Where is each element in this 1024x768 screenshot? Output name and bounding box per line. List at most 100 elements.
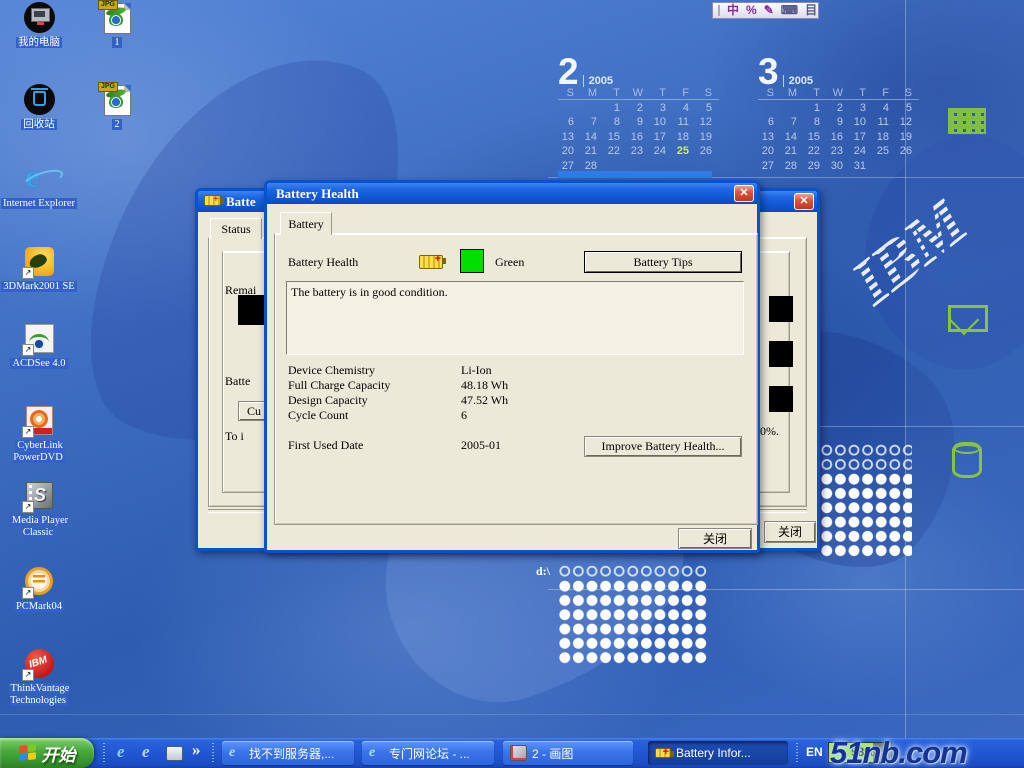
- battery-health-label: Battery Health: [288, 255, 358, 270]
- note-label: To i: [225, 429, 265, 444]
- calendar-day: 16: [627, 131, 650, 146]
- calendar-day: 12: [896, 116, 919, 131]
- ime-pen-icon[interactable]: ✎: [764, 3, 774, 18]
- menu-icon[interactable]: 目: [805, 3, 817, 18]
- taskbar-separator: [796, 743, 798, 763]
- calendar-day: 18: [873, 131, 896, 146]
- close-button[interactable]: 关闭: [678, 528, 752, 549]
- close-icon[interactable]: ✕: [734, 185, 754, 202]
- quicklaunch-more-chevron[interactable]: »: [192, 740, 201, 760]
- shortcut-arrow-icon: ↗: [22, 669, 34, 681]
- media-player-classic-icon: ↗: [22, 480, 56, 512]
- language-bar[interactable]: 中 % ✎ ⌨ 目: [712, 2, 819, 19]
- health-status-text: Green: [495, 255, 524, 270]
- internet-explorer-icon: e: [229, 746, 244, 760]
- calendar-day: 2: [827, 102, 850, 117]
- calendar-day: 21: [581, 145, 604, 160]
- calendar-day: 8: [804, 116, 827, 131]
- improve-battery-health-button[interactable]: Improve Battery Health...: [584, 436, 742, 457]
- icon-label: 我的电脑: [16, 37, 62, 49]
- calendar-day: 7: [781, 116, 804, 131]
- language-indicator[interactable]: EN: [806, 745, 823, 759]
- desktop-icon-pcmark04[interactable]: ↗ PCMark04: [0, 566, 78, 613]
- calendar-day: 20: [558, 145, 581, 160]
- shortcut-arrow-icon: ↗: [22, 426, 34, 438]
- taskbar-task-battery-information[interactable]: Battery Infor...: [648, 741, 788, 765]
- calendar-day-header: T: [850, 87, 873, 100]
- quicklaunch-show-desktop-icon[interactable]: [166, 746, 183, 761]
- desktop-icon-acdsee[interactable]: ↗ ACDSee 4.0: [0, 323, 78, 370]
- tab-battery[interactable]: Battery: [280, 212, 332, 235]
- taskbar-task-ie-server-not-found[interactable]: e 找不到服务器,...: [222, 741, 354, 765]
- calendar-day: 30: [827, 160, 850, 175]
- drive-label: d:\: [536, 564, 550, 579]
- quicklaunch-ie-icon[interactable]: e: [117, 742, 125, 762]
- calendar-day: 25: [873, 145, 896, 160]
- desktop-icon-powerdvd[interactable]: ↗ CyberLink PowerDVD: [0, 405, 78, 464]
- desktop-icon-3dmark2001[interactable]: ↗ 3DMark2001 SE: [0, 246, 78, 293]
- jpg-file-icon: JPG: [100, 84, 134, 116]
- calendar-day: 10: [650, 116, 673, 131]
- condition-textbox: The battery is in good condition.: [286, 281, 744, 355]
- task-label: Battery Infor...: [676, 746, 751, 760]
- calendar-day: 8: [604, 116, 627, 131]
- calendar-day: 9: [827, 116, 850, 131]
- ime-mode-icon[interactable]: 中: [727, 3, 739, 18]
- drag-handle-icon[interactable]: [718, 5, 720, 16]
- taskbar-task-paint[interactable]: 2 - 画图: [503, 741, 633, 765]
- calendar-day: 26: [896, 145, 919, 160]
- desktop-icon-media-player-classic[interactable]: ↗ Media Player Classic: [0, 480, 78, 539]
- calendar-day: 18: [673, 131, 696, 146]
- task-label: 2 - 画图: [532, 745, 573, 762]
- battery-gauge: [769, 341, 793, 367]
- desktop: IBM 22005 SMTWTFS12345678910111213141516…: [0, 0, 1024, 768]
- tab-status[interactable]: Status: [210, 218, 262, 239]
- calendar-day-header: F: [673, 87, 696, 100]
- desktop-icon-thinkvantage[interactable]: IBM↗ ThinkVantage Technologies: [0, 648, 78, 707]
- battery-icon: [204, 195, 221, 206]
- ime-width-toggle-icon[interactable]: %: [746, 3, 757, 18]
- battery-gauge: [769, 386, 793, 412]
- info-value: 48.18 Wh: [461, 378, 508, 393]
- quicklaunch-ie2-icon[interactable]: e: [142, 742, 150, 762]
- task-label: 专门网论坛 - ...: [389, 745, 470, 762]
- desktop-icon-internet-explorer[interactable]: e Internet Explorer: [0, 163, 78, 210]
- battery-tips-button[interactable]: Battery Tips: [584, 251, 742, 273]
- desktop-icon-jpg-1[interactable]: JPG 1: [78, 2, 156, 49]
- calendar-day: 22: [804, 145, 827, 160]
- acdsee-icon: ↗: [22, 323, 56, 355]
- battery-cylinder-icon: [952, 442, 982, 478]
- icon-label: Media Player Classic: [0, 515, 78, 539]
- calendar-day: 12: [696, 116, 719, 131]
- close-button[interactable]: 关闭: [764, 521, 816, 543]
- start-label: 开始: [42, 741, 76, 766]
- calendar-day: 14: [581, 131, 604, 146]
- calendar-day: 29: [804, 160, 827, 175]
- calendar-day-header: M: [781, 87, 804, 100]
- calendar-day-header: T: [604, 87, 627, 100]
- calendar-day: 24: [850, 145, 873, 160]
- calendar-day: 13: [758, 131, 781, 146]
- my-computer-icon: [22, 2, 56, 34]
- shortcut-arrow-icon: ↗: [22, 587, 34, 599]
- calendar-day: 2: [627, 102, 650, 117]
- jpg-file-icon: JPG: [100, 2, 134, 34]
- start-button[interactable]: 开始: [0, 738, 94, 768]
- icon-label: ThinkVantage Technologies: [0, 683, 78, 707]
- keyboard-icon[interactable]: ⌨: [781, 3, 798, 18]
- shortcut-arrow-icon: ↗: [22, 344, 34, 356]
- dialog-titlebar[interactable]: Battery Health ✕: [267, 183, 757, 204]
- calendar-grid-icon: [948, 108, 986, 134]
- wallpaper-line: [810, 426, 1024, 427]
- calendar-day-header: S: [758, 87, 781, 100]
- health-status-swatch: [460, 249, 484, 273]
- calendar-day: 23: [627, 145, 650, 160]
- close-icon[interactable]: ✕: [794, 193, 814, 210]
- internet-explorer-icon: e: [22, 163, 56, 195]
- desktop-icon-jpg-2[interactable]: JPG 2: [78, 84, 156, 131]
- thinkvantage-icon: IBM↗: [22, 648, 56, 680]
- desktop-icon-my-computer[interactable]: 我的电脑: [0, 2, 78, 49]
- taskbar-task-ie-forum[interactable]: e 专门网论坛 - ...: [362, 741, 494, 765]
- calendar-day: 27: [758, 160, 781, 175]
- desktop-icon-recycle-bin[interactable]: 回收站: [0, 84, 78, 131]
